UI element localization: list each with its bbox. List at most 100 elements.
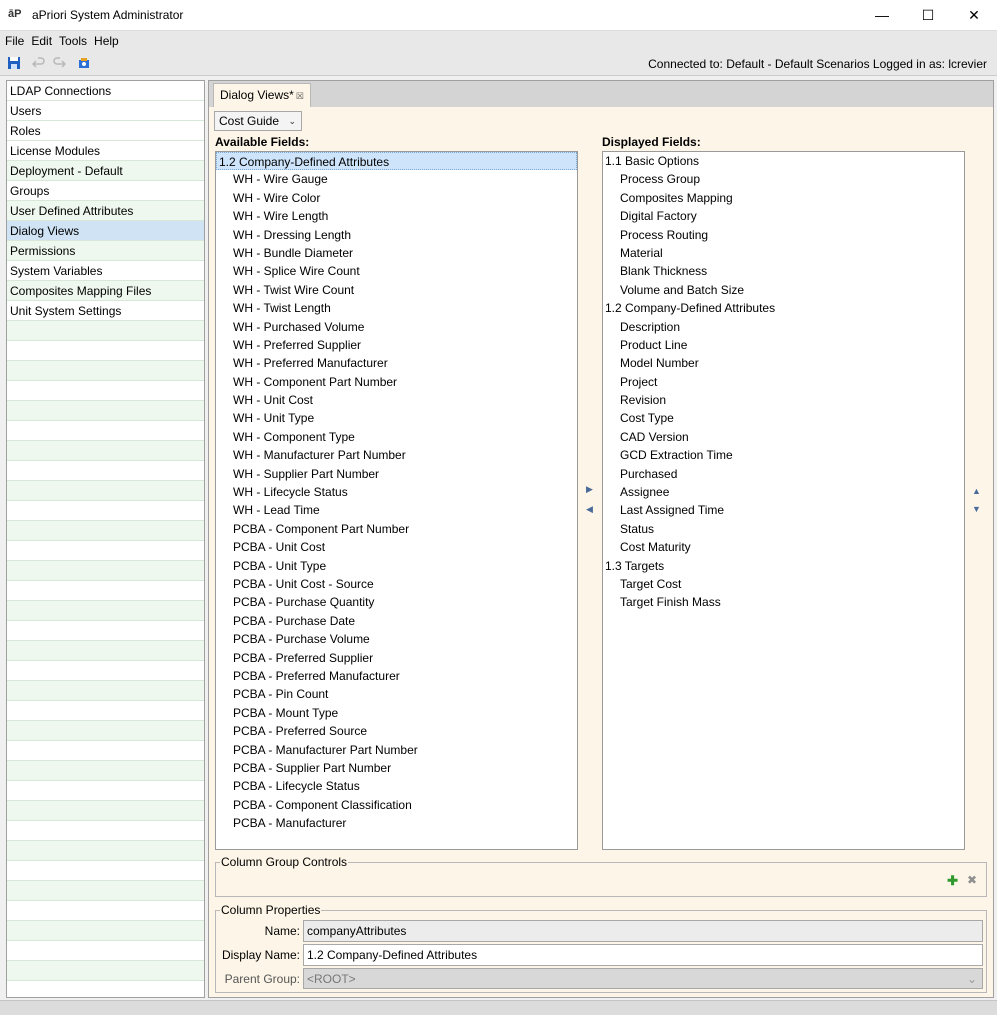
dialog-views-content: Cost Guide ⌄ Available Fields: Displayed… — [209, 107, 993, 997]
field-item-wh-component-type[interactable]: WH - Component Type — [216, 428, 577, 446]
field-item-wh-purchased-volume[interactable]: WH - Purchased Volume — [216, 318, 577, 336]
field-item-last-assigned-time[interactable]: Last Assigned Time — [603, 501, 964, 519]
field-item-wh-unit-type[interactable]: WH - Unit Type — [216, 409, 577, 427]
field-item-pcba-preferred-supplier[interactable]: PCBA - Preferred Supplier — [216, 649, 577, 667]
field-item-product-line[interactable]: Product Line — [603, 336, 964, 354]
field-item-pcba-component-part-number[interactable]: PCBA - Component Part Number — [216, 520, 577, 538]
move-left-icon[interactable]: ◀ — [586, 504, 593, 515]
move-right-icon[interactable]: ▶ — [586, 484, 593, 495]
field-item-cost-type[interactable]: Cost Type — [603, 409, 964, 427]
sidebar-item-deployment[interactable]: Deployment - Default — [7, 161, 204, 181]
undo-icon[interactable] — [31, 56, 46, 70]
field-item-pcba-component-classification[interactable]: PCBA - Component Classification — [216, 796, 577, 814]
field-group-1-1-basic-options[interactable]: 1.1 Basic Options — [603, 152, 964, 170]
field-item-wh-twist-wire-count[interactable]: WH - Twist Wire Count — [216, 281, 577, 299]
field-item-cost-maturity[interactable]: Cost Maturity — [603, 538, 964, 556]
minimize-button[interactable]: — — [859, 0, 905, 30]
field-item-composites-mapping[interactable]: Composites Mapping — [603, 189, 964, 207]
field-item-wh-component-part-number[interactable]: WH - Component Part Number — [216, 373, 577, 391]
field-item-model-number[interactable]: Model Number — [603, 354, 964, 372]
field-item-wh-manufacturer-part-number[interactable]: WH - Manufacturer Part Number — [216, 446, 577, 464]
field-item-process-group[interactable]: Process Group — [603, 170, 964, 188]
field-item-pcba-unit-cost-source[interactable]: PCBA - Unit Cost - Source — [216, 575, 577, 593]
field-item-wh-unit-cost[interactable]: WH - Unit Cost — [216, 391, 577, 409]
window-title: aPriori System Administrator — [32, 8, 184, 22]
field-item-wh-supplier-part-number[interactable]: WH - Supplier Part Number — [216, 465, 577, 483]
sidebar-item-ldap-connections[interactable]: LDAP Connections — [7, 81, 204, 101]
field-item-pcba-pin-count[interactable]: PCBA - Pin Count — [216, 685, 577, 703]
field-item-cad-version[interactable]: CAD Version — [603, 428, 964, 446]
display-name-input[interactable]: 1.2 Company-Defined Attributes — [303, 944, 983, 966]
sidebar-item-license-modules[interactable]: License Modules — [7, 141, 204, 161]
add-icon[interactable]: ✚ — [947, 873, 958, 889]
field-item-wh-wire-length[interactable]: WH - Wire Length — [216, 207, 577, 225]
menu-help[interactable]: Help — [89, 31, 121, 48]
view-select[interactable]: Cost Guide ⌄ — [214, 111, 303, 131]
field-item-pcba-unit-cost[interactable]: PCBA - Unit Cost — [216, 538, 577, 556]
field-item-wh-splice-wire-count[interactable]: WH - Splice Wire Count — [216, 262, 577, 280]
menu-file[interactable]: File — [0, 31, 26, 48]
field-item-wh-preferred-supplier[interactable]: WH - Preferred Supplier — [216, 336, 577, 354]
sidebar-item-groups[interactable]: Groups — [7, 181, 204, 201]
field-item-project[interactable]: Project — [603, 373, 964, 391]
field-item-wh-wire-gauge[interactable]: WH - Wire Gauge — [216, 170, 577, 188]
field-item-blank-thickness[interactable]: Blank Thickness — [603, 262, 964, 280]
sidebar-item-composites-mapping-files[interactable]: Composites Mapping Files — [7, 281, 204, 301]
sidebar-item-roles[interactable]: Roles — [7, 121, 204, 141]
move-down-icon[interactable]: ▼ — [972, 504, 981, 514]
field-group-1-2-company-defined-attributes[interactable]: 1.2 Company-Defined Attributes — [603, 299, 964, 317]
sidebar-item-system-variables[interactable]: System Variables — [7, 261, 204, 281]
field-item-target-cost[interactable]: Target Cost — [603, 575, 964, 593]
displayed-fields-list[interactable]: 1.1 Basic Options Process Group Composites… — [602, 151, 965, 850]
sidebar-item-dialog-views[interactable]: Dialog Views — [7, 221, 204, 241]
close-button[interactable]: ✕ — [951, 0, 997, 30]
sidebar-item-permissions[interactable]: Permissions — [7, 241, 204, 261]
field-item-pcba-unit-type[interactable]: PCBA - Unit Type — [216, 557, 577, 575]
field-item-volume-and-batch-size[interactable]: Volume and Batch Size — [603, 281, 964, 299]
field-group-1-2-company-defined-attributes[interactable]: 1.2 Company-Defined Attributes — [216, 152, 577, 171]
field-item-pcba-purchase-quantity[interactable]: PCBA - Purchase Quantity — [216, 593, 577, 611]
field-item-target-finish-mass[interactable]: Target Finish Mass — [603, 593, 964, 611]
field-item-wh-lead-time[interactable]: WH - Lead Time — [216, 501, 577, 519]
parent-group-label: Parent Group: — [224, 972, 300, 986]
field-item-gcd-extraction-time[interactable]: GCD Extraction Time — [603, 446, 964, 464]
field-item-pcba-preferred-manufacturer[interactable]: PCBA - Preferred Manufacturer — [216, 667, 577, 685]
field-item-revision[interactable]: Revision — [603, 391, 964, 409]
field-item-assignee[interactable]: Assignee — [603, 483, 964, 501]
field-group-1-3-targets[interactable]: 1.3 Targets — [603, 557, 964, 575]
field-item-digital-factory[interactable]: Digital Factory — [603, 207, 964, 225]
sidebar-item-users[interactable]: Users — [7, 101, 204, 121]
field-item-wh-wire-color[interactable]: WH - Wire Color — [216, 189, 577, 207]
field-item-material[interactable]: Material — [603, 244, 964, 262]
field-item-wh-twist-length[interactable]: WH - Twist Length — [216, 299, 577, 317]
field-item-pcba-purchase-volume[interactable]: PCBA - Purchase Volume — [216, 630, 577, 648]
field-item-pcba-manufacturer[interactable]: PCBA - Manufacturer — [216, 814, 577, 832]
field-item-purchased[interactable]: Purchased — [603, 465, 964, 483]
field-item-pcba-lifecycle-status[interactable]: PCBA - Lifecycle Status — [216, 777, 577, 795]
field-item-pcba-mount-type[interactable]: PCBA - Mount Type — [216, 704, 577, 722]
maximize-button[interactable]: ☐ — [905, 0, 951, 30]
field-item-process-routing[interactable]: Process Routing — [603, 226, 964, 244]
field-item-wh-dressing-length[interactable]: WH - Dressing Length — [216, 226, 577, 244]
field-item-wh-bundle-diameter[interactable]: WH - Bundle Diameter — [216, 244, 577, 262]
sidebar-item-user-defined-attributes[interactable]: User Defined Attributes — [7, 201, 204, 221]
field-item-description[interactable]: Description — [603, 318, 964, 336]
redo-icon[interactable] — [52, 56, 67, 70]
tab-close-icon[interactable]: ☒ — [296, 91, 304, 101]
available-fields-list[interactable]: 1.2 Company-Defined Attributes WH - Wire … — [215, 151, 578, 850]
field-item-pcba-preferred-source[interactable]: PCBA - Preferred Source — [216, 722, 577, 740]
field-item-pcba-purchase-date[interactable]: PCBA - Purchase Date — [216, 612, 577, 630]
tab-dialog-views[interactable]: Dialog Views* ☒ — [213, 83, 311, 107]
field-item-wh-lifecycle-status[interactable]: WH - Lifecycle Status — [216, 483, 577, 501]
menu-tools[interactable]: Tools — [54, 31, 89, 48]
field-item-wh-preferred-manufacturer[interactable]: WH - Preferred Manufacturer — [216, 354, 577, 372]
sidebar-item-unit-system-settings[interactable]: Unit System Settings — [7, 301, 204, 321]
field-item-pcba-manufacturer-part-number[interactable]: PCBA - Manufacturer Part Number — [216, 741, 577, 759]
remove-icon[interactable]: ✖ — [967, 873, 977, 887]
deploy-icon[interactable] — [77, 56, 91, 70]
field-item-status[interactable]: Status — [603, 520, 964, 538]
move-up-icon[interactable]: ▲ — [972, 486, 981, 496]
field-item-pcba-supplier-part-number[interactable]: PCBA - Supplier Part Number — [216, 759, 577, 777]
menu-edit[interactable]: Edit — [26, 31, 54, 48]
save-icon[interactable] — [7, 56, 21, 70]
